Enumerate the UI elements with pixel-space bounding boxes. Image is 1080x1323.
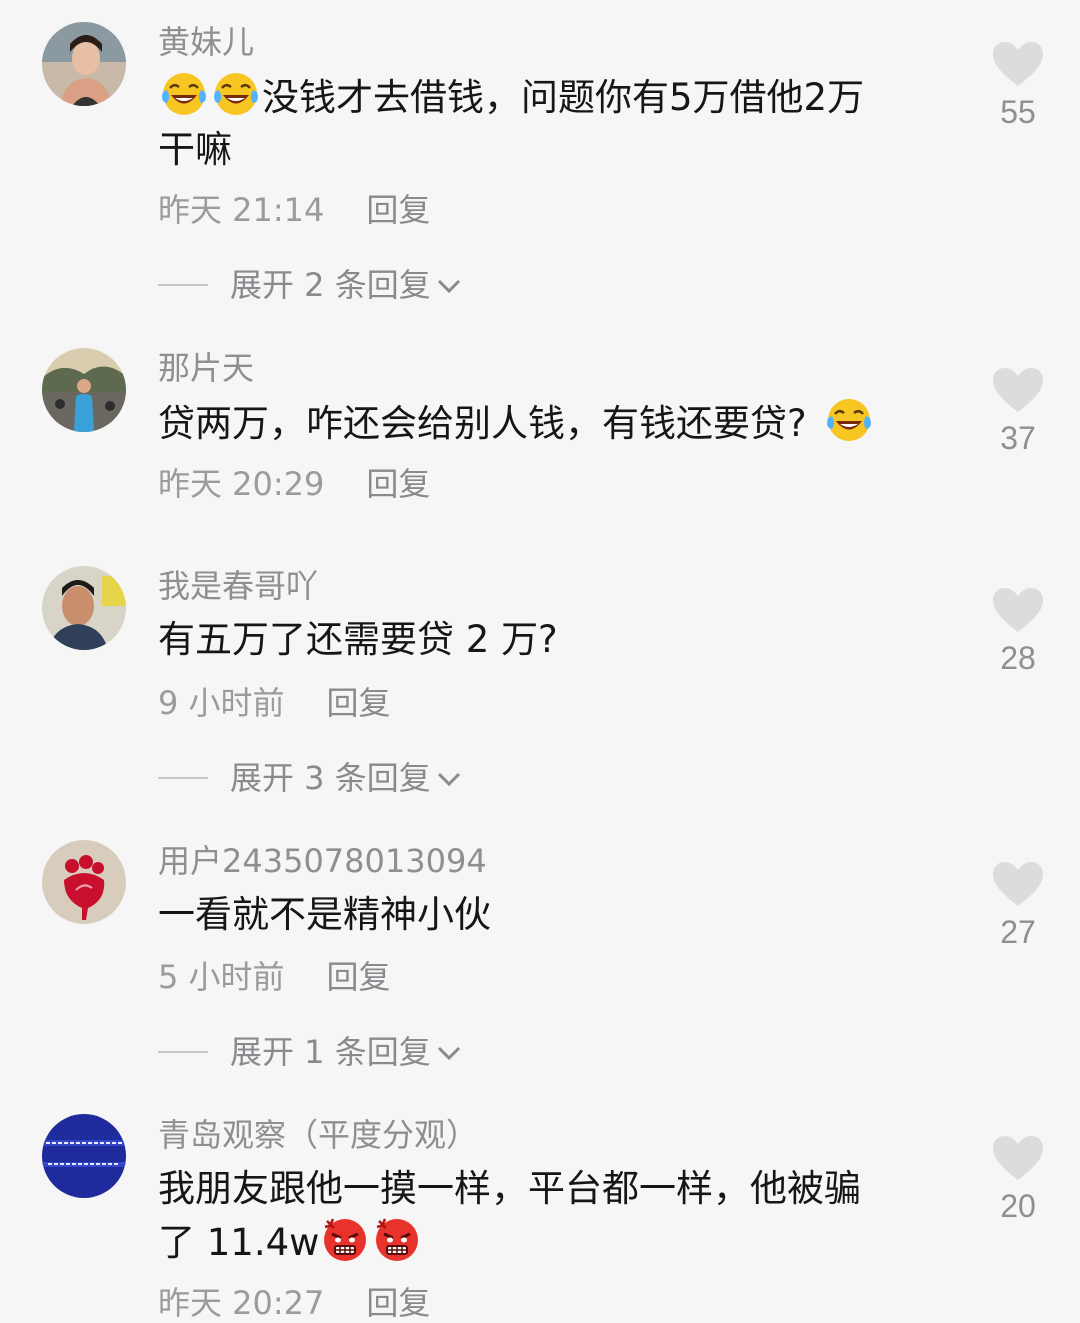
- comment-meta: 5 小时前 回复: [158, 957, 391, 997]
- timestamp: 昨天 20:29: [158, 465, 325, 503]
- comment-text: 有五万了还需要贷 2 万?: [158, 614, 928, 666]
- expand-replies-label: 展开 1 条回复: [230, 1033, 431, 1071]
- like-count: 20: [1000, 1188, 1036, 1224]
- comment-text-line1: 贷两万，咋还会给别人钱，有钱还要贷?: [158, 402, 807, 445]
- chevron-down-icon: [435, 1032, 463, 1072]
- like-button[interactable]: 20: [990, 1134, 1046, 1226]
- comment-text: 我朋友跟他一摸一样，平台都一样，他被骗 了 11.4w: [158, 1163, 928, 1269]
- reply-button[interactable]: 回复: [327, 957, 391, 997]
- like-count: 37: [1000, 420, 1036, 456]
- like-button[interactable]: 28: [990, 586, 1046, 678]
- heart-icon: [990, 586, 1046, 634]
- username[interactable]: 那片天: [158, 348, 254, 388]
- comment-text-line2: 了 11.4w: [158, 1221, 320, 1264]
- like-button[interactable]: 55: [990, 40, 1046, 132]
- expand-replies-label: 展开 3 条回复: [230, 759, 431, 797]
- expand-replies-button[interactable]: 展开 1 条回复: [158, 1032, 463, 1072]
- avatar[interactable]: [42, 566, 126, 650]
- like-button[interactable]: 27: [990, 860, 1046, 952]
- heart-icon: [990, 366, 1046, 414]
- like-count: 27: [1000, 914, 1036, 950]
- expand-replies-button[interactable]: 展开 3 条回复: [158, 758, 463, 798]
- heart-icon: [990, 860, 1046, 908]
- angry-face-emoji: [321, 1215, 369, 1263]
- comment-text: 没钱才去借钱，问题你有5万借他2万 干嘛: [158, 70, 928, 176]
- divider: [158, 284, 208, 286]
- reply-button[interactable]: 回复: [366, 190, 430, 230]
- timestamp: 昨天 20:27: [158, 1284, 325, 1322]
- like-count: 55: [1000, 94, 1036, 130]
- username[interactable]: 我是春哥吖: [158, 566, 318, 606]
- comment-meta: 9 小时前 回复: [158, 683, 391, 723]
- comment-text-line1: 没钱才去借钱，问题你有5万借他2万: [262, 76, 865, 119]
- laughing-crying-emoji: [825, 396, 873, 444]
- heart-icon: [990, 40, 1046, 88]
- laughing-crying-emoji: [212, 70, 260, 118]
- username[interactable]: 青岛观察（平度分观）: [158, 1115, 478, 1155]
- comment-text-line2: 干嘛: [158, 128, 232, 171]
- comment-text-line1: 我朋友跟他一摸一样，平台都一样，他被骗: [158, 1167, 861, 1210]
- chevron-down-icon: [435, 265, 463, 305]
- comment-text-line1: 一看就不是精神小伙: [158, 893, 491, 936]
- comment-meta: 昨天 20:29 回复: [158, 464, 430, 504]
- comment-meta: 昨天 20:27 回复: [158, 1283, 430, 1323]
- expand-replies-button[interactable]: 展开 2 条回复: [158, 265, 463, 305]
- comment-text: 贷两万，咋还会给别人钱，有钱还要贷?: [158, 396, 958, 450]
- angry-face-emoji: [373, 1215, 421, 1263]
- timestamp: 9 小时前: [158, 684, 285, 722]
- divider: [158, 777, 208, 779]
- timestamp: 5 小时前: [158, 958, 285, 996]
- like-button[interactable]: 37: [990, 366, 1046, 458]
- chevron-down-icon: [435, 758, 463, 798]
- avatar[interactable]: [42, 22, 126, 106]
- username[interactable]: 黄妹儿: [158, 22, 254, 62]
- heart-icon: [990, 1134, 1046, 1182]
- like-count: 28: [1000, 640, 1036, 676]
- expand-replies-label: 展开 2 条回复: [230, 266, 431, 304]
- comment-meta: 昨天 21:14 回复: [158, 190, 430, 230]
- comment-text-line1: 有五万了还需要贷 2 万?: [158, 618, 558, 661]
- divider: [158, 1051, 208, 1053]
- avatar[interactable]: [42, 348, 126, 432]
- reply-button[interactable]: 回复: [366, 1283, 430, 1323]
- comment-text: 一看就不是精神小伙: [158, 889, 928, 941]
- avatar[interactable]: [42, 1114, 126, 1198]
- reply-button[interactable]: 回复: [327, 683, 391, 723]
- laughing-crying-emoji: [160, 70, 208, 118]
- avatar[interactable]: [42, 840, 126, 924]
- timestamp: 昨天 21:14: [158, 191, 325, 229]
- reply-button[interactable]: 回复: [366, 464, 430, 504]
- username[interactable]: 用户2435078013094: [158, 841, 487, 881]
